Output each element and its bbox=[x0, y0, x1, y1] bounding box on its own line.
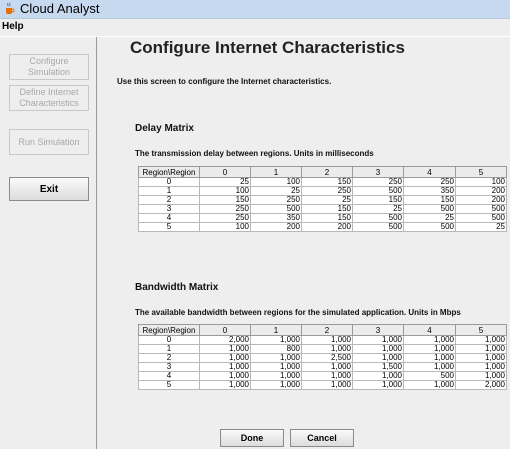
menu-help[interactable]: Help bbox=[2, 21, 24, 32]
column-header[interactable]: 5 bbox=[455, 166, 507, 178]
table-row: 5 100 200 200 500 500 25 bbox=[138, 222, 507, 232]
column-header[interactable]: 4 bbox=[403, 324, 456, 336]
menu-bar: Help bbox=[0, 19, 510, 36]
delay-matrix-title: Delay Matrix bbox=[135, 123, 194, 134]
matrix-cell[interactable]: 500 bbox=[352, 222, 404, 232]
define-internet-characteristics-button[interactable]: Define Internet Characteristics bbox=[9, 85, 89, 111]
matrix-cell[interactable]: 1,000 bbox=[199, 380, 251, 390]
bandwidth-matrix-description: The available bandwidth between regions … bbox=[135, 308, 461, 317]
column-header[interactable]: 0 bbox=[199, 166, 251, 178]
delay-matrix-table[interactable]: Region\Region 0 1 2 3 4 5 0 25 100 150 250 250 100 1 10… bbox=[138, 166, 507, 232]
matrix-cell[interactable]: 1,000 bbox=[403, 380, 456, 390]
column-header[interactable]: 2 bbox=[301, 166, 353, 178]
matrix-cell[interactable]: 200 bbox=[301, 222, 353, 232]
column-header[interactable]: Region\Region bbox=[138, 166, 200, 178]
sidebar: Configure Simulation Define Internet Cha… bbox=[0, 37, 97, 449]
window-title: Cloud Analyst bbox=[20, 1, 100, 16]
configure-simulation-button[interactable]: Configure Simulation bbox=[9, 54, 89, 80]
cancel-button[interactable]: Cancel bbox=[290, 429, 354, 447]
bandwidth-matrix-table[interactable]: Region\Region 0 1 2 3 4 5 0 2,000 1,000 1,000 1,000… bbox=[138, 324, 507, 390]
table-row: 5 1,000 1,000 1,000 1,000 1,000 2,000 bbox=[138, 380, 507, 390]
delay-matrix-description: The transmission delay between regions. … bbox=[135, 149, 374, 158]
column-header[interactable]: 3 bbox=[352, 324, 404, 336]
column-header[interactable]: 2 bbox=[301, 324, 353, 336]
column-header[interactable]: 1 bbox=[250, 324, 302, 336]
matrix-cell[interactable]: 1,000 bbox=[352, 380, 404, 390]
run-simulation-button[interactable]: Run Simulation bbox=[9, 129, 89, 155]
page-description: Use this screen to configure the Interne… bbox=[117, 77, 332, 86]
matrix-cell[interactable]: 100 bbox=[199, 222, 251, 232]
column-header[interactable]: 4 bbox=[403, 166, 456, 178]
column-header[interactable]: Region\Region bbox=[138, 324, 200, 336]
done-button[interactable]: Done bbox=[220, 429, 284, 447]
matrix-cell[interactable]: 1,000 bbox=[250, 380, 302, 390]
matrix-cell[interactable]: 2,000 bbox=[455, 380, 507, 390]
matrix-cell[interactable]: 500 bbox=[403, 222, 456, 232]
column-header[interactable]: 1 bbox=[250, 166, 302, 178]
matrix-cell[interactable]: 200 bbox=[250, 222, 302, 232]
matrix-cell[interactable]: 1,000 bbox=[301, 380, 353, 390]
bandwidth-matrix-title: Bandwidth Matrix bbox=[135, 282, 219, 293]
row-header-cell: 5 bbox=[138, 380, 200, 390]
page-title: Configure Internet Characteristics bbox=[130, 38, 405, 57]
row-header-cell: 5 bbox=[138, 222, 200, 232]
main-panel: Configure Internet Characteristics Use t… bbox=[97, 37, 510, 449]
column-header[interactable]: 0 bbox=[199, 324, 251, 336]
exit-button[interactable]: Exit bbox=[9, 177, 89, 201]
matrix-cell[interactable]: 25 bbox=[455, 222, 507, 232]
column-header[interactable]: 3 bbox=[352, 166, 404, 178]
title-bar: Cloud Analyst bbox=[0, 0, 510, 19]
java-cup-icon bbox=[6, 2, 15, 14]
column-header[interactable]: 5 bbox=[455, 324, 507, 336]
